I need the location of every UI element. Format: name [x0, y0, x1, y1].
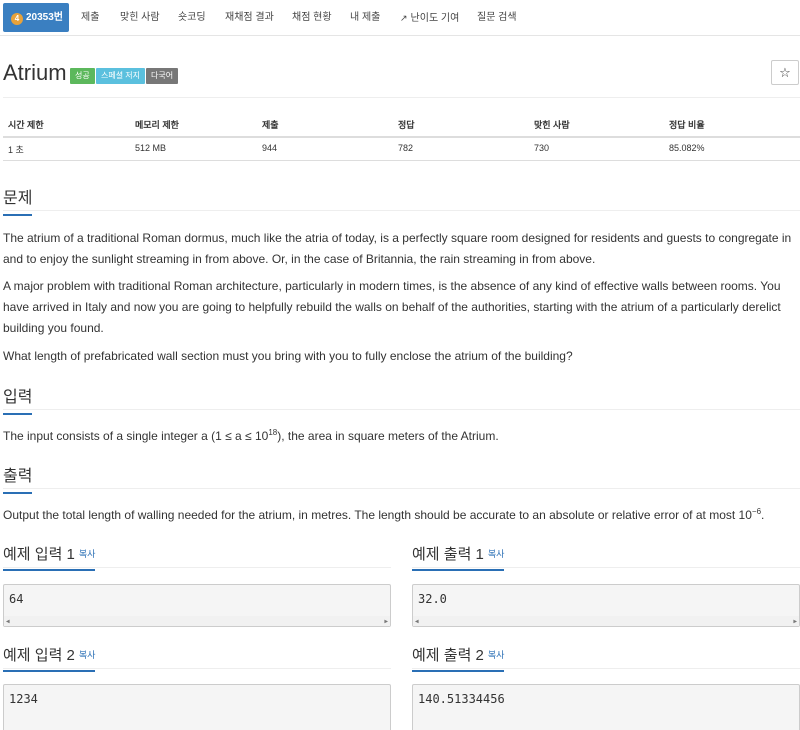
favorite-star-button[interactable]: ☆ — [771, 60, 799, 85]
sample-output-1-label: 예제 출력 1 — [412, 546, 484, 563]
sample-output-1-value: 32.0 — [418, 592, 447, 606]
nav-questions[interactable]: 질문 검색 — [477, 0, 517, 36]
sample-input-2-value: 1234 — [9, 692, 38, 706]
stat-submissions: 944 — [262, 143, 278, 153]
sample-divider — [3, 668, 391, 669]
stat-header-accepted: 정답 — [398, 120, 415, 130]
nav-problem-number[interactable]: 4 20353번 — [3, 3, 69, 32]
copy-sample-output-1-button[interactable]: 복사 — [488, 549, 505, 559]
label-multilingual: 다국어 — [146, 68, 179, 84]
copy-sample-input-1-button[interactable]: 복사 — [79, 549, 96, 559]
sample-input-2-label: 예제 입력 2 — [3, 647, 75, 664]
stat-solvers: 730 — [534, 143, 550, 153]
stat-header-ratio: 정답 비율 — [669, 120, 705, 130]
title-divider — [3, 97, 800, 98]
sample-divider — [412, 668, 800, 669]
output-description: Output the total length of walling neede… — [3, 505, 798, 526]
nav-solved-users[interactable]: 맞힌 사람 — [120, 0, 160, 36]
stat-time-limit: 1 초 — [8, 145, 24, 155]
scroll-right-icon[interactable]: ▶ — [793, 618, 797, 625]
scroll-left-icon[interactable]: ◀ — [415, 618, 419, 625]
label-special-judge: 스페셜 저지 — [96, 68, 146, 84]
sample-input-1-label: 예제 입력 1 — [3, 546, 75, 563]
problem-number-label: 20353번 — [26, 12, 64, 23]
stat-header-memory: 메모리 제한 — [135, 120, 179, 130]
sample-input-2-box[interactable]: 1234 — [3, 684, 391, 730]
nav-my-submissions[interactable]: 내 제출 — [350, 0, 380, 36]
stat-accepted: 782 — [398, 143, 414, 153]
nav-difficulty-label: 난이도 기여 — [410, 13, 460, 24]
description-paragraph-2: A major problem with traditional Roman a… — [3, 279, 781, 335]
label-success: 성공 — [70, 68, 95, 84]
description-paragraph-1: The atrium of a traditional Roman dormus… — [3, 231, 792, 266]
stats-bottom-divider — [3, 160, 800, 161]
output-text-start: Output the total length of walling neede… — [3, 508, 752, 522]
output-exponent: −6 — [751, 507, 762, 516]
section-divider — [3, 210, 800, 211]
scroll-left-icon[interactable]: ◀ — [6, 618, 10, 625]
sample-output-2-box[interactable]: 140.51334456 — [412, 684, 800, 730]
output-text-end: . — [761, 508, 765, 522]
nav-difficulty-vote[interactable]: ↗ 난이도 기여 — [400, 0, 459, 36]
sample-input-1-value: 64 — [9, 592, 24, 606]
horizontal-scrollbar[interactable]: ◀ ▶ — [413, 616, 799, 626]
sample-output-2-label: 예제 출력 2 — [412, 647, 484, 664]
stats-header-divider — [3, 136, 800, 138]
nav-rejudge[interactable]: 재채점 결과 — [225, 0, 274, 36]
input-exponent: 18 — [268, 428, 278, 437]
stat-ratio: 85.082% — [669, 143, 705, 153]
horizontal-scrollbar[interactable]: ◀ ▶ — [4, 616, 390, 626]
external-link-icon: ↗ — [400, 13, 408, 23]
sample-output-2-value: 140.51334456 — [418, 692, 505, 706]
input-description: The input consists of a single integer a… — [3, 426, 798, 447]
problem-nav: 4 20353번 제출 맞힌 사람 숏코딩 재채점 결과 채점 현황 내 제출 ↗… — [0, 0, 800, 36]
problem-title: Atrium — [3, 60, 67, 85]
nav-short-coding[interactable]: 숏코딩 — [178, 0, 206, 36]
section-divider — [3, 488, 800, 489]
stat-memory-limit: 512 MB — [135, 143, 167, 153]
section-title-description: 문제 — [3, 184, 33, 216]
section-divider — [3, 409, 800, 410]
sample-divider — [3, 567, 391, 568]
section-title-input: 입력 — [3, 383, 33, 415]
description-paragraph-3: What length of prefabricated wall sectio… — [3, 349, 573, 363]
tier-icon: 4 — [11, 13, 23, 25]
sample-output-1-box[interactable]: 32.0 ◀ ▶ — [412, 584, 800, 627]
section-title-output: 출력 — [3, 462, 33, 494]
input-text-start: The input consists of a single integer a… — [3, 429, 269, 443]
input-text-end: ), the area in square meters of the Atri… — [277, 429, 499, 443]
sample-divider — [412, 567, 800, 568]
stat-header-submissions: 제출 — [262, 120, 279, 130]
nav-status[interactable]: 채점 현황 — [292, 0, 332, 36]
stat-header-time: 시간 제한 — [8, 120, 44, 130]
nav-submit[interactable]: 제출 — [81, 0, 99, 36]
copy-sample-input-2-button[interactable]: 복사 — [79, 650, 96, 660]
star-icon: ☆ — [779, 65, 791, 80]
copy-sample-output-2-button[interactable]: 복사 — [488, 650, 505, 660]
scroll-right-icon[interactable]: ▶ — [384, 618, 388, 625]
sample-input-1-box[interactable]: 64 ◀ ▶ — [3, 584, 391, 627]
stat-header-solvers: 맞힌 사람 — [534, 120, 570, 130]
